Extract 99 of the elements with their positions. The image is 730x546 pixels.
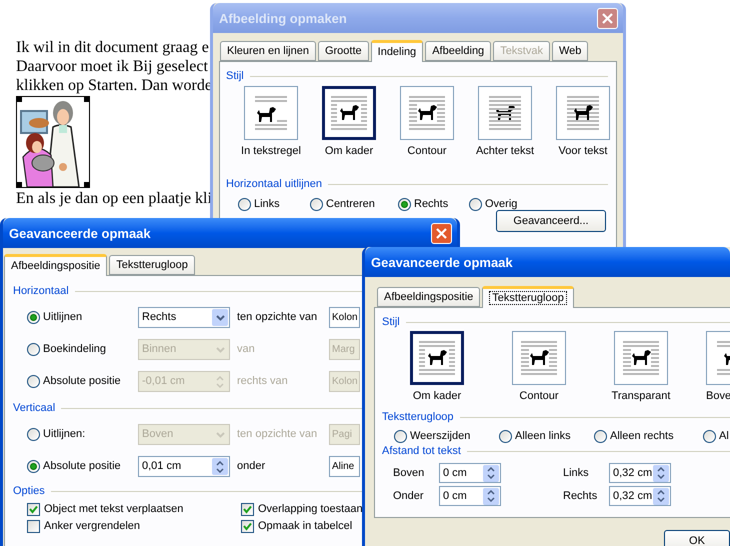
spin-field[interactable]: 0,32 cm (609, 486, 671, 506)
wrap-style-button[interactable]: Om kader (310, 86, 388, 158)
text-wrap-icon (512, 331, 566, 385)
field-label: ten opzichte van (236, 428, 318, 441)
wrap-style-button[interactable]: Contour (388, 86, 466, 158)
spin-field[interactable]: 0,01 cm (138, 456, 230, 477)
text-wrap-icon (614, 331, 668, 385)
tab[interactable]: Tekstterugloop (109, 255, 195, 275)
radio-indicator[interactable] (27, 343, 40, 356)
dropdown-field[interactable]: Kolon (329, 307, 360, 328)
wrap-style-button[interactable]: Om kader (386, 331, 488, 403)
resize-handle[interactable] (84, 96, 90, 102)
resize-handle[interactable] (16, 182, 22, 188)
spin-field[interactable]: 0 cm (439, 486, 501, 506)
radio-indicator[interactable] (499, 430, 512, 443)
text-wrap-icon (400, 86, 454, 140)
radio-indicator[interactable] (594, 430, 607, 443)
radio-button[interactable]: Absolute positie (27, 375, 138, 388)
radio-button[interactable]: Links (238, 198, 310, 211)
group-label: Horizontaal uitlijnen (226, 178, 322, 191)
group-label: Afstand tot tekst (382, 445, 461, 458)
field-label: rechts van (236, 375, 289, 388)
close-icon (436, 228, 447, 238)
field-label: Onder (393, 490, 425, 502)
ok-button[interactable]: OK (664, 530, 730, 546)
text-wrap-icon (478, 86, 532, 140)
checkbox[interactable]: Anker vergrendelen (27, 520, 241, 533)
radio-indicator[interactable] (27, 311, 40, 324)
radio-button[interactable]: Rechts (398, 198, 469, 211)
radio-button[interactable]: Boekindeling (27, 343, 138, 356)
group-label: Tekstterugloop (382, 411, 454, 424)
tab[interactable]: Grootte (318, 41, 369, 61)
resize-handle[interactable] (16, 96, 22, 102)
spinner-icon[interactable] (483, 488, 499, 504)
spinner-icon[interactable] (483, 464, 499, 482)
field-label: Boven (393, 466, 426, 480)
radio-button[interactable]: Al (703, 430, 730, 443)
check-icon (29, 505, 38, 514)
dropdown-field[interactable]: Aline (329, 456, 360, 477)
wrap-style-button[interactable]: In tekstregel (232, 86, 310, 158)
group-label: Verticaal (13, 402, 56, 415)
radio-indicator[interactable] (27, 460, 40, 473)
tab[interactable]: Afbeelding (425, 41, 492, 61)
document-text: Daarvoor moet ik Bij geselect (16, 57, 208, 76)
spinner-icon[interactable] (212, 458, 228, 475)
radio-indicator[interactable] (310, 198, 323, 211)
text-wrap-icon (322, 86, 376, 140)
resize-handle[interactable] (84, 182, 90, 188)
tab[interactable]: Afbeeldingspositie (377, 287, 480, 307)
radio-button[interactable]: Uitlijnen: (27, 428, 138, 441)
group-label: Stijl (226, 70, 244, 83)
field-label: Rechts (563, 490, 598, 502)
group-label: Stijl (382, 316, 400, 329)
group-label: Opties (13, 485, 45, 498)
tab[interactable]: Web (552, 41, 588, 61)
text-wrap-icon (556, 86, 610, 140)
radio-indicator[interactable] (27, 375, 40, 388)
radio-indicator[interactable] (238, 198, 251, 211)
dropdown-field[interactable]: Rechts (138, 307, 230, 328)
radio-indicator[interactable] (398, 198, 411, 211)
radio-indicator[interactable] (469, 198, 482, 211)
text-wrap-icon (244, 86, 298, 140)
tab[interactable]: Tekstterugloop (482, 286, 574, 308)
group-label: Horizontaal (13, 285, 69, 298)
tab[interactable]: Indeling (370, 40, 424, 62)
spinner-icon[interactable] (653, 488, 669, 504)
field-label: Links (563, 466, 590, 480)
window-title: Geavanceerde opmaak (371, 256, 513, 268)
wrap-style-button[interactable]: Achter tekst (466, 86, 544, 158)
spin-field[interactable]: 0 cm (439, 463, 501, 483)
radio-indicator[interactable] (703, 430, 716, 443)
radio-button[interactable]: Alleen rechts (594, 430, 703, 443)
window-title: Afbeelding opmaken (219, 12, 347, 24)
wrap-style-button[interactable]: Transparant (590, 331, 692, 403)
radio-button[interactable]: Centreren (310, 198, 398, 211)
radio-indicator[interactable] (27, 428, 40, 441)
field-label: onder (236, 460, 266, 473)
radio-button[interactable]: Alleen links (499, 430, 594, 443)
spin-field[interactable]: 0,32 cm (609, 463, 671, 483)
window-title: Geavanceerde opmaak (9, 226, 151, 240)
tab[interactable]: Afbeeldingspositie (4, 254, 108, 276)
spinner-icon[interactable] (653, 464, 669, 482)
wrap-style-button[interactable]: Voor tekst (544, 86, 622, 158)
advanced-button[interactable]: Geavanceerd... (496, 210, 606, 232)
radio-indicator[interactable] (394, 430, 407, 443)
close-button[interactable] (431, 222, 452, 244)
wrap-style-button[interactable]: Contour (488, 331, 590, 403)
document-text: Ik wil in dit document graag e (16, 38, 209, 57)
radio-button[interactable]: Uitlijnen (27, 311, 138, 324)
field-label: ten opzichte van (236, 311, 318, 324)
field-label: van (236, 343, 256, 356)
radio-button[interactable]: Absolute positie (27, 460, 138, 473)
tab[interactable]: Kleuren en lijnen (220, 41, 316, 61)
checkbox[interactable]: Object met tekst verplaatsen (27, 503, 241, 516)
close-button[interactable] (597, 8, 618, 28)
radio-button[interactable]: Weerszijden (394, 430, 499, 443)
text-wrap-icon (410, 331, 464, 385)
close-icon (602, 12, 613, 24)
document-text: klikken op Starten. Dan worde (16, 76, 212, 95)
